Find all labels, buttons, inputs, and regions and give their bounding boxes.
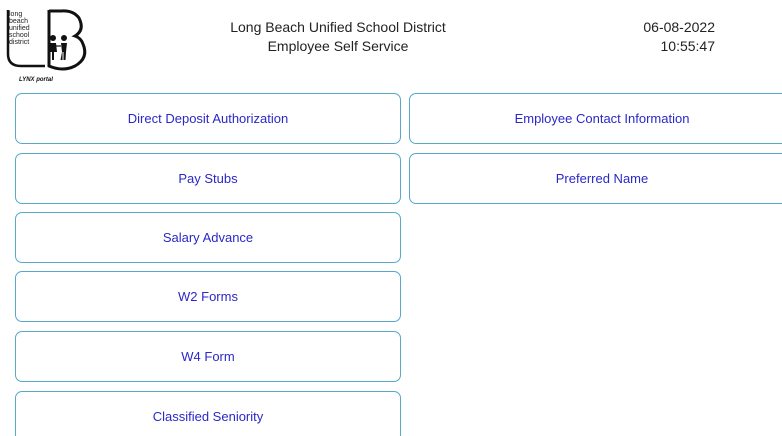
app-name: Employee Self Service [267, 38, 409, 54]
ess-page: long beach unified school district LYNX … [0, 0, 782, 436]
lbusd-logo: long beach unified school district LYNX … [5, 8, 95, 88]
classified-seniority-button[interactable]: Classified Seniority [15, 391, 401, 436]
salary-advance-button[interactable]: Salary Advance [15, 212, 401, 263]
w2-forms-button[interactable]: W2 Forms [15, 271, 401, 322]
logo-portal-label: LYNX portal [19, 77, 53, 83]
current-date: 06-08-2022 [643, 19, 715, 35]
employee-contact-information-button[interactable]: Employee Contact Information [409, 93, 782, 144]
current-time: 10:55:47 [660, 38, 716, 54]
w4-form-button[interactable]: W4 Form [15, 331, 401, 382]
pay-stubs-button[interactable]: Pay Stubs [15, 153, 401, 204]
direct-deposit-authorization-button[interactable]: Direct Deposit Authorization [15, 93, 401, 144]
logo-text: long beach unified school district [9, 11, 30, 46]
datetime-display: 06-08-2022 10:55:47 [610, 18, 715, 56]
page-header: Long Beach Unified School District Emplo… [195, 18, 481, 56]
district-name: Long Beach Unified School District [230, 19, 446, 35]
preferred-name-button[interactable]: Preferred Name [409, 153, 782, 204]
